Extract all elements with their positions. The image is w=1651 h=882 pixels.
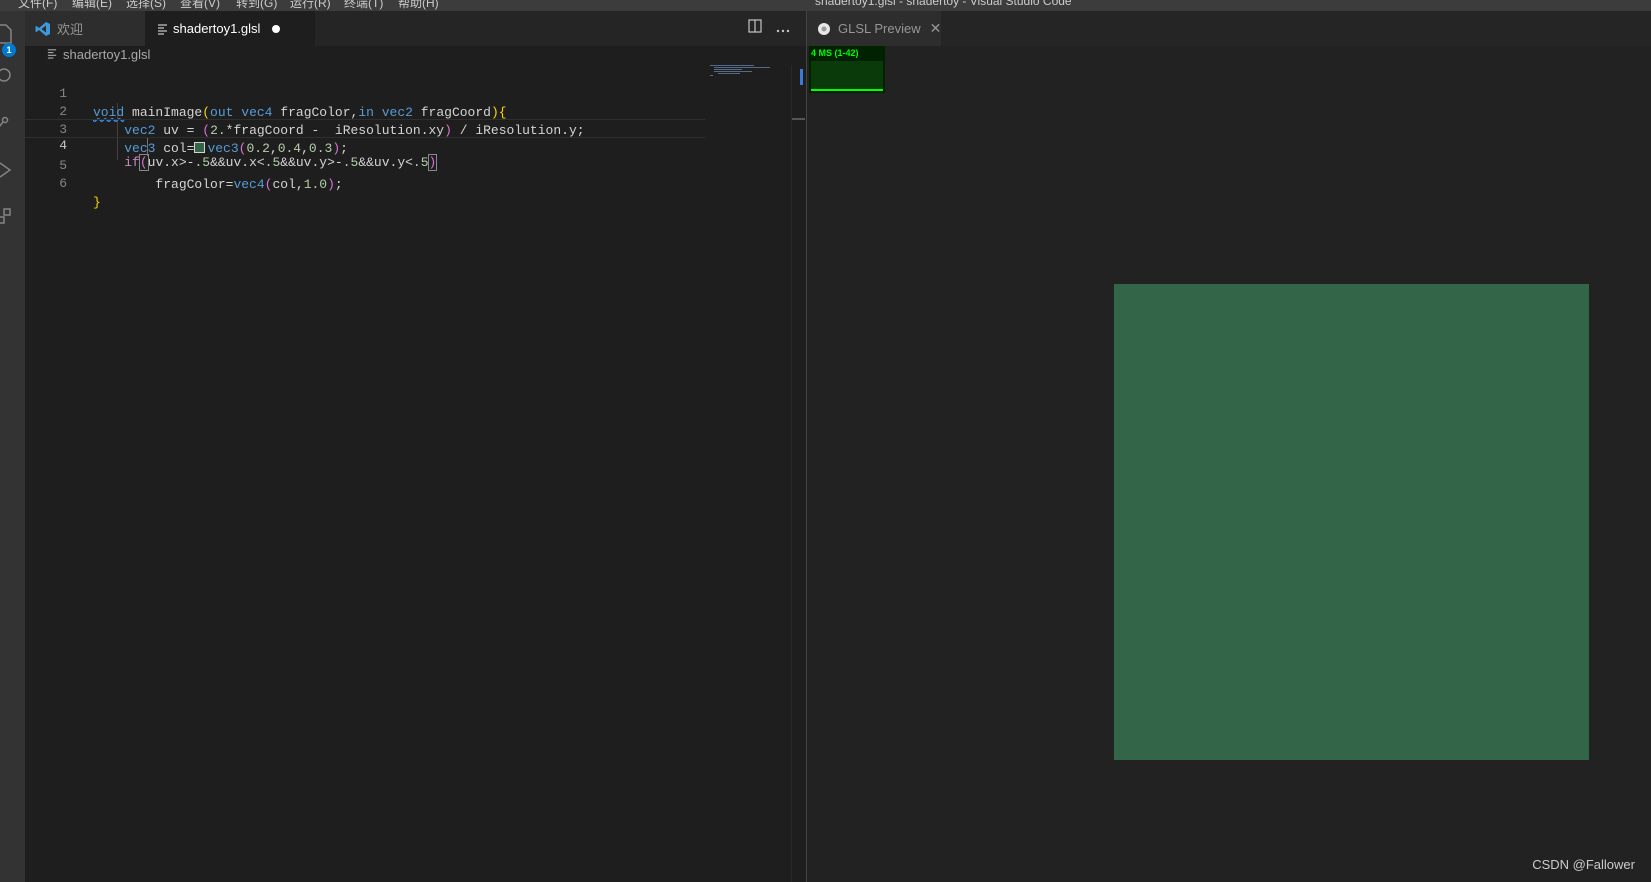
tab-glsl-preview[interactable]: GLSL Preview ✕ (807, 11, 941, 46)
tab-welcome[interactable]: 欢迎 (25, 11, 145, 46)
file-lines-icon (47, 47, 58, 62)
scroll-position-indicator (800, 69, 803, 85)
glsl-preview-panel: 4 MS (1-42) CSDN @Fallower (807, 46, 1651, 882)
code-editor[interactable]: 1 void mainImage(out vec4 fragColor,in v… (25, 65, 791, 882)
stats-graph-baseline (811, 89, 883, 91)
code-line-3[interactable]: 3 vec3 col= vec3(0.2,0.4,0.3); (25, 101, 705, 156)
menu-run[interactable]: 运行(R) (290, 0, 331, 11)
tab-file-label: shadertoy1.glsl (173, 21, 261, 36)
more-actions-icon[interactable] (776, 20, 790, 38)
explorer-button[interactable]: 1 (0, 17, 25, 57)
menu-terminal[interactable]: 终端(T) (344, 0, 383, 11)
minimap[interactable] (710, 65, 776, 85)
extensions-icon (0, 208, 11, 224)
close-icon[interactable]: ✕ (930, 20, 942, 37)
run-debug-icon (0, 162, 12, 178)
preview-tab-bar: GLSL Preview ✕ (807, 11, 1651, 46)
tab-shadertoy1[interactable]: shadertoy1.glsl (145, 11, 315, 46)
code-text: } (93, 195, 101, 210)
stats-text: 4 MS (1-42) (811, 48, 859, 58)
extensions-button[interactable] (0, 201, 25, 231)
menu-selection[interactable]: 选择(S) (126, 0, 166, 11)
menu-file[interactable]: 文件(F) (18, 0, 57, 11)
menu-view[interactable]: 查看(V) (180, 0, 220, 11)
vscode-logo-icon (35, 21, 51, 37)
code-line-4[interactable]: 4 if(uv.x>-.5&&uv.x<.5&&uv.y>-.5&&uv.y<.… (25, 119, 705, 171)
source-control-button[interactable] (0, 107, 25, 137)
code-line-1[interactable]: 1 void mainImage(out vec4 fragColor,in v… (25, 65, 705, 120)
breadcrumb-file[interactable]: shadertoy1.glsl (63, 47, 150, 62)
stats-panel: 4 MS (1-42) (809, 46, 885, 93)
tab-welcome-label: 欢迎 (57, 22, 84, 37)
menu-help[interactable]: 帮助(H) (398, 0, 439, 11)
shader-output-square (1114, 284, 1589, 760)
editor-tab-bar: 欢迎 shadertoy1.glsl (25, 11, 806, 46)
code-line-2[interactable]: 2 vec2 uv = (2.*fragCoord - iResolution.… (25, 83, 705, 138)
explorer-badge: 1 (2, 43, 16, 57)
line-number: 6 (59, 176, 67, 191)
menu-go[interactable]: 转到(G) (236, 0, 277, 11)
editor-actions (748, 19, 790, 38)
menu-bar: 文件(F) 编辑(E) 选择(S) 查看(V) 转到(G) 运行(R) 终端(T… (0, 0, 1651, 11)
breadcrumb[interactable]: shadertoy1.glsl (47, 47, 150, 62)
unsaved-dot-icon[interactable] (272, 24, 281, 33)
scroll-marker (792, 118, 805, 120)
search-icon (0, 68, 11, 82)
tab-glsl-preview-label: GLSL Preview (838, 21, 921, 36)
stats-graph (811, 61, 883, 90)
watermark: CSDN @Fallower (1532, 857, 1635, 872)
activity-bar: 1 (0, 11, 25, 882)
source-control-icon (0, 116, 9, 127)
window-title: shadertoy1.glsl - shadertoy - Visual Stu… (815, 0, 1072, 8)
code-line-5[interactable]: 5 fragColor=vec4(col,1.0); (25, 137, 705, 192)
split-editor-icon[interactable] (748, 19, 762, 38)
run-debug-button[interactable] (0, 154, 25, 184)
code-line-6[interactable]: 6 } (25, 155, 705, 210)
search-button[interactable] (0, 60, 25, 90)
file-lines-icon (157, 23, 169, 35)
code-text: fragColor=vec4(col,1.0); (93, 177, 343, 192)
editor-scrollbar[interactable] (791, 65, 806, 882)
preview-globe-icon (817, 22, 831, 36)
menu-edit[interactable]: 编辑(E) (72, 0, 112, 11)
